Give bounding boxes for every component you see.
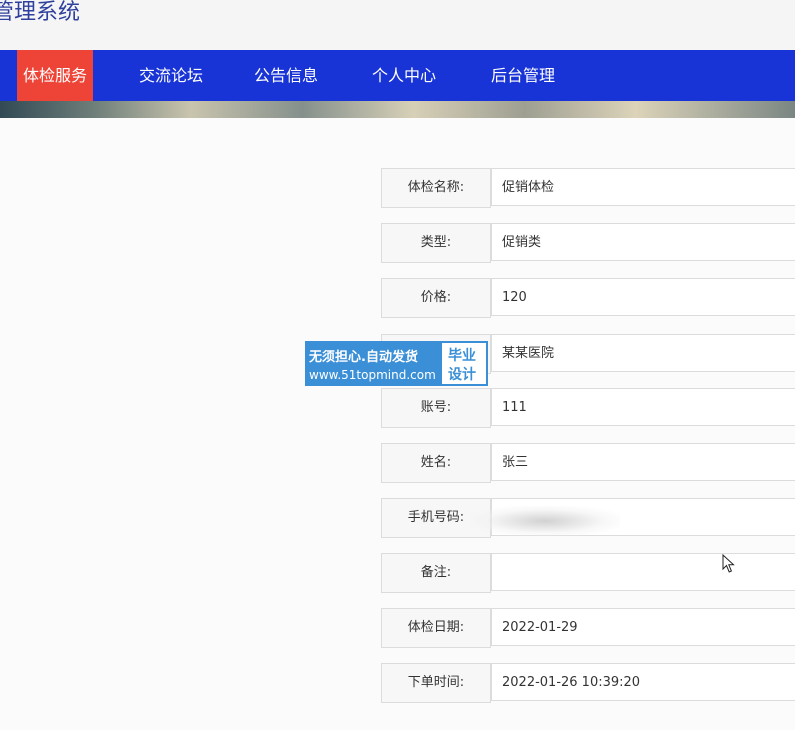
- form-row-account: 账号: 111: [381, 388, 795, 428]
- watermark-badge-line1: 毕业: [448, 348, 476, 364]
- nav-item-personal-center[interactable]: 个人中心: [372, 50, 436, 101]
- type-label: 类型:: [381, 223, 491, 263]
- account-label: 账号:: [381, 388, 491, 428]
- mouse-pointer-icon: [722, 553, 736, 578]
- nav-item-announcements[interactable]: 公告信息: [254, 50, 318, 101]
- nav-item-admin[interactable]: 后台管理: [491, 50, 555, 101]
- watermark-slogan: 无须担心.自动发货: [309, 350, 418, 365]
- main-nav: 体检服务 交流论坛 公告信息 个人中心 后台管理: [0, 50, 795, 101]
- form-row-order-time: 下单时间: 2022-01-26 10:39:20: [381, 663, 795, 703]
- watermark-badge: 毕业 设计: [442, 343, 486, 384]
- redaction-blur: [470, 506, 620, 536]
- order-time-label: 下单时间:: [381, 663, 491, 703]
- hospital-field[interactable]: 某某医院: [491, 334, 795, 372]
- form-row-name: 姓名: 张三: [381, 443, 795, 483]
- account-field[interactable]: 111: [491, 388, 795, 426]
- form-row-exam-date: 体检日期: 2022-01-29: [381, 608, 795, 648]
- watermark-overlay: 无须担心.自动发货 www.51topmind.com 毕业 设计: [305, 341, 488, 386]
- name-label: 姓名:: [381, 443, 491, 483]
- price-field[interactable]: 120: [491, 278, 795, 316]
- name-field[interactable]: 张三: [491, 443, 795, 481]
- top-header: 管理系统: [0, 0, 795, 50]
- system-title: 管理系统: [0, 0, 81, 25]
- form-row-exam-name: 体检名称: 促销体检: [381, 168, 795, 208]
- price-label: 价格:: [381, 278, 491, 318]
- exam-name-field[interactable]: 促销体检: [491, 168, 795, 206]
- nav-item-exam-service[interactable]: 体检服务: [17, 50, 94, 101]
- watermark-badge-line2: 设计: [448, 367, 476, 383]
- order-time-field[interactable]: 2022-01-26 10:39:20: [491, 663, 795, 701]
- remark-label: 备注:: [381, 553, 491, 593]
- exam-date-label: 体检日期:: [381, 608, 491, 648]
- remark-field[interactable]: [491, 553, 795, 591]
- form-row-type: 类型: 促销类: [381, 223, 795, 263]
- nav-item-forum[interactable]: 交流论坛: [139, 50, 203, 101]
- exam-name-label: 体检名称:: [381, 168, 491, 208]
- form-row-price: 价格: 120: [381, 278, 795, 318]
- type-field[interactable]: 促销类: [491, 223, 795, 261]
- exam-date-field[interactable]: 2022-01-29: [491, 608, 795, 646]
- banner-image: [0, 101, 795, 118]
- watermark-url: www.51topmind.com: [309, 368, 436, 382]
